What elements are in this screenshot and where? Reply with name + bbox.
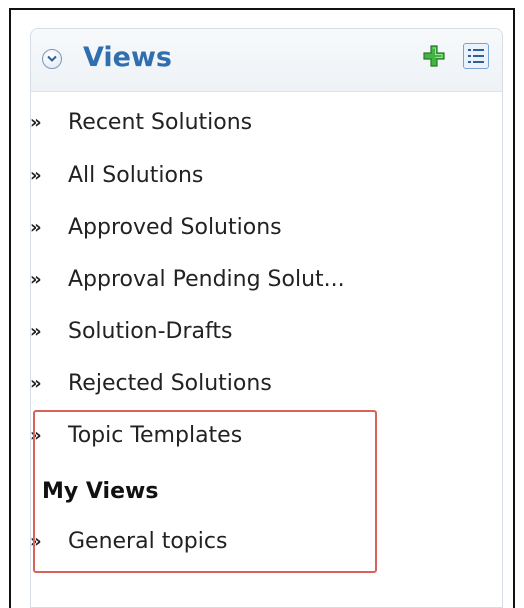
double-chevron-icon: » (30, 165, 42, 186)
views-title: Views (83, 42, 173, 73)
double-chevron-icon: » (30, 112, 42, 133)
view-item-label: Approved Solutions (68, 215, 282, 240)
chevron-down-icon[interactable] (42, 49, 62, 69)
list-icon[interactable] (463, 43, 489, 69)
double-chevron-icon: » (30, 321, 42, 342)
plus-icon[interactable] (423, 45, 445, 67)
view-item-label: Approval Pending Solut... (68, 267, 345, 292)
double-chevron-icon: » (30, 373, 42, 394)
highlight-box (33, 410, 377, 573)
view-item-label: Recent Solutions (68, 110, 253, 135)
view-item-label: Rejected Solutions (68, 371, 272, 396)
double-chevron-icon: » (30, 269, 42, 290)
view-item-label: Solution-Drafts (68, 319, 233, 344)
view-item-label: All Solutions (68, 163, 204, 188)
double-chevron-icon: » (30, 217, 42, 238)
views-panel-header: Views (31, 29, 502, 92)
